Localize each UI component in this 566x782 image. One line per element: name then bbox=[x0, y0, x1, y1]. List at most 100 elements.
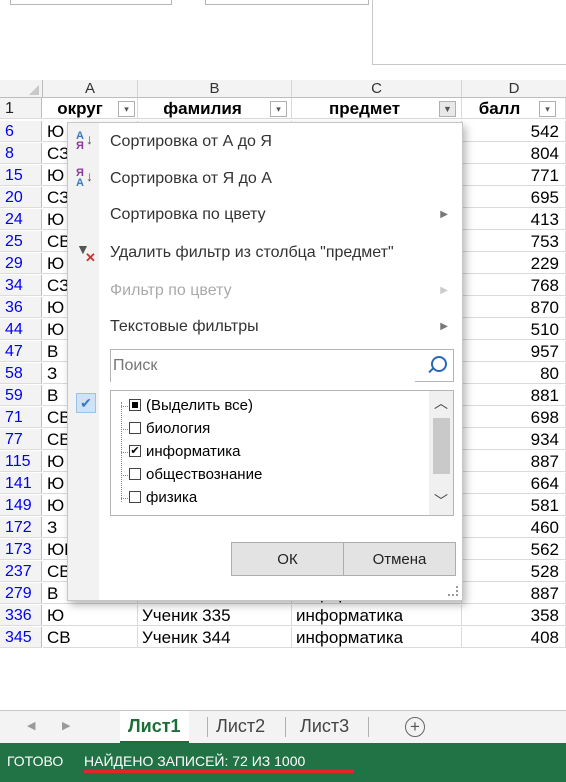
sort-a-z-item[interactable]: А Я ↓ Сортировка от А до Я bbox=[68, 125, 462, 159]
row-number[interactable]: 71 bbox=[0, 407, 42, 428]
cell-subject[interactable]: информатика bbox=[292, 605, 462, 626]
cell-score[interactable]: 510 bbox=[462, 319, 566, 340]
filter-dropdown-button[interactable]: ▾ bbox=[270, 101, 287, 117]
sort-z-a-item[interactable]: Я А ↓ Сортировка от Я до А bbox=[68, 162, 462, 196]
cell-district[interactable]: Ю bbox=[43, 605, 138, 626]
row-number[interactable]: 36 bbox=[0, 297, 42, 318]
resize-grip-icon[interactable] bbox=[448, 586, 458, 596]
cell-score[interactable]: 887 bbox=[462, 583, 566, 604]
column-header-d[interactable]: D bbox=[462, 80, 566, 98]
select-all-corner[interactable] bbox=[0, 80, 43, 98]
row-number[interactable]: 59 bbox=[0, 385, 42, 406]
column-header-a[interactable]: A bbox=[43, 80, 138, 98]
row-number[interactable]: 149 bbox=[0, 495, 42, 516]
filter-dropdown-button[interactable]: ▾ bbox=[118, 101, 135, 117]
filter-checkbox[interactable] bbox=[129, 468, 141, 480]
search-input[interactable] bbox=[111, 350, 415, 382]
row-number[interactable]: 1 bbox=[0, 98, 42, 119]
list-scrollbar[interactable]: ︿ ﹀ bbox=[429, 391, 453, 515]
formula-bar[interactable] bbox=[205, 0, 369, 5]
prev-sheet-icon[interactable]: ◀ bbox=[27, 719, 35, 732]
row-number[interactable]: 115 bbox=[0, 451, 42, 472]
row-number[interactable]: 336 bbox=[0, 605, 42, 626]
row-number[interactable]: 173 bbox=[0, 539, 42, 560]
cell-score[interactable]: 542 bbox=[462, 121, 566, 142]
tab-sheet-1[interactable]: Лист1 bbox=[120, 711, 189, 744]
row-number[interactable]: 29 bbox=[0, 253, 42, 274]
cell-score[interactable]: 664 bbox=[462, 473, 566, 494]
cell-score[interactable]: 698 bbox=[462, 407, 566, 428]
name-box[interactable] bbox=[10, 0, 172, 5]
cell-score[interactable]: 881 bbox=[462, 385, 566, 406]
filter-checkbox[interactable] bbox=[129, 399, 141, 411]
cell-score[interactable]: 408 bbox=[462, 627, 566, 648]
cell-score[interactable]: 229 bbox=[462, 253, 566, 274]
cell-score[interactable]: 804 bbox=[462, 143, 566, 164]
cell-subject[interactable]: информатика bbox=[292, 627, 462, 648]
ok-button[interactable]: ОК bbox=[231, 542, 344, 576]
row-number[interactable]: 77 bbox=[0, 429, 42, 450]
status-records-found: НАЙДЕНО ЗАПИСЕЙ: 72 ИЗ 1000 bbox=[84, 753, 306, 769]
filter-by-color-item[interactable]: Фильтр по цвету ▶ bbox=[68, 274, 462, 308]
cell-score[interactable]: 358 bbox=[462, 605, 566, 626]
cell-score[interactable]: 695 bbox=[462, 187, 566, 208]
row-number[interactable]: 47 bbox=[0, 341, 42, 362]
cell-surname[interactable]: Ученик 335 bbox=[138, 605, 292, 626]
cell-score[interactable]: 768 bbox=[462, 275, 566, 296]
row-number[interactable]: 345 bbox=[0, 627, 42, 648]
row-number[interactable]: 6 bbox=[0, 121, 42, 142]
cell-score[interactable]: 934 bbox=[462, 429, 566, 450]
cell-score[interactable]: 753 bbox=[462, 231, 566, 252]
header-cell-subject[interactable]: предмет bbox=[292, 98, 462, 119]
filter-values-list: (Выделить все) биология ✔ информатика общест… bbox=[110, 390, 454, 516]
row-number[interactable]: 141 bbox=[0, 473, 42, 494]
cell-district[interactable]: СВ bbox=[43, 627, 138, 648]
table-row: 336 Ю Ученик 335 информатика 358 bbox=[0, 605, 566, 627]
cell-surname[interactable]: Ученик 344 bbox=[138, 627, 292, 648]
tab-sheet-2[interactable]: Лист2 bbox=[208, 711, 273, 741]
cancel-button[interactable]: Отмена bbox=[343, 542, 456, 576]
cell-score[interactable]: 413 bbox=[462, 209, 566, 230]
column-header-c[interactable]: C bbox=[292, 80, 462, 98]
row-number[interactable]: 34 bbox=[0, 275, 42, 296]
scroll-up-icon[interactable]: ︿ bbox=[429, 393, 453, 413]
cell-score[interactable]: 870 bbox=[462, 297, 566, 318]
row-number[interactable]: 279 bbox=[0, 583, 42, 604]
cell-score[interactable]: 460 bbox=[462, 517, 566, 538]
submenu-arrow-icon: ▶ bbox=[440, 321, 448, 332]
row-number[interactable]: 58 bbox=[0, 363, 42, 384]
cell-score[interactable]: 957 bbox=[462, 341, 566, 362]
cell-score[interactable]: 528 bbox=[462, 561, 566, 582]
tab-sheet-3[interactable]: Лист3 bbox=[292, 711, 357, 741]
filter-dropdown-button[interactable]: ▾ bbox=[539, 101, 556, 117]
header-cell-surname[interactable]: фамилия bbox=[138, 98, 292, 119]
column-header-b[interactable]: B bbox=[138, 80, 292, 98]
filter-checkbox[interactable] bbox=[129, 422, 141, 434]
row-number[interactable]: 25 bbox=[0, 231, 42, 252]
row-number[interactable]: 172 bbox=[0, 517, 42, 538]
scroll-thumb[interactable] bbox=[433, 418, 450, 474]
filter-checkbox[interactable]: ✔ bbox=[129, 445, 141, 457]
cell-score[interactable]: 887 bbox=[462, 451, 566, 472]
row-number[interactable]: 237 bbox=[0, 561, 42, 582]
cell-score[interactable]: 771 bbox=[462, 165, 566, 186]
clear-filter-item[interactable]: ▼ ✕ Удалить фильтр из столбца "предмет" bbox=[68, 236, 462, 270]
cell-score[interactable]: 581 bbox=[462, 495, 566, 516]
search-icon[interactable] bbox=[431, 356, 447, 372]
scroll-down-icon[interactable]: ﹀ bbox=[429, 491, 453, 511]
next-sheet-icon[interactable]: ▶ bbox=[62, 719, 70, 732]
sort-by-color-item[interactable]: Сортировка по цвету ▶ bbox=[68, 198, 462, 232]
text-filters-item[interactable]: Текстовые фильтры ▶ bbox=[68, 310, 462, 344]
add-sheet-icon[interactable]: + bbox=[405, 717, 425, 737]
row-number[interactable]: 15 bbox=[0, 165, 42, 186]
row-number[interactable]: 44 bbox=[0, 319, 42, 340]
cell-score[interactable]: 80 bbox=[462, 363, 566, 384]
row-number[interactable]: 24 bbox=[0, 209, 42, 230]
filter-active-icon[interactable]: ▼ bbox=[439, 101, 456, 117]
cell-score[interactable]: 562 bbox=[462, 539, 566, 560]
row-number[interactable]: 20 bbox=[0, 187, 42, 208]
filter-checkbox[interactable] bbox=[129, 491, 141, 503]
row-number[interactable]: 8 bbox=[0, 143, 42, 164]
check-icon: ✔ bbox=[76, 393, 96, 413]
tree-line bbox=[121, 429, 128, 430]
